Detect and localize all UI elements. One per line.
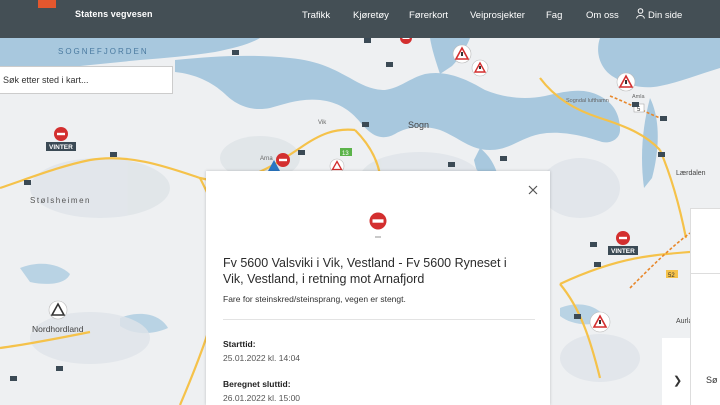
roadwork-warning-marker[interactable] — [471, 59, 489, 77]
side-panel-collapsed: ❯ Sø — [662, 338, 720, 405]
roadwork-warning-marker[interactable] — [452, 44, 472, 64]
road-shield-13: 13 — [340, 148, 352, 157]
nav-trafikk[interactable]: Trafikk — [302, 10, 330, 21]
nav-fag[interactable]: Fag — [546, 10, 562, 21]
svg-text:52: 52 — [668, 273, 675, 279]
rockfall-warning-marker[interactable] — [48, 300, 68, 320]
close-icon[interactable] — [526, 183, 540, 197]
nav-veiprosjekter[interactable]: Veiprosjekter — [470, 10, 525, 21]
vinter-badge[interactable]: VINTER — [46, 142, 76, 151]
svg-text:VINTER: VINTER — [611, 248, 635, 255]
closed-road-icon — [369, 212, 387, 238]
closed-road-marker[interactable] — [276, 153, 290, 167]
label-stolsheimen: Stølsheimen — [30, 196, 91, 205]
divider — [690, 338, 691, 405]
map-search-box[interactable] — [0, 66, 173, 94]
label-sogndal-lufthamn: Sogndal lufthamn — [566, 98, 609, 104]
roadwork-warning-marker[interactable] — [616, 72, 636, 92]
closed-road-marker[interactable] — [616, 231, 630, 245]
site-header: Statens vegvesen Trafikk Kjøretøy Førerk… — [0, 0, 720, 38]
nav-din-side[interactable]: Din side — [648, 10, 682, 21]
incident-description: Fare for steinskred/steinsprang, vegen e… — [223, 294, 406, 304]
svg-text:VINTER: VINTER — [49, 144, 73, 151]
divider — [223, 319, 535, 320]
end-time-label: Beregnet sluttid: — [223, 379, 291, 389]
map-search-input[interactable] — [1, 74, 165, 86]
closed-road-marker[interactable] — [54, 127, 68, 141]
end-time-value: 26.01.2022 kl. 15:00 — [223, 393, 301, 403]
roadwork-warning-marker[interactable] — [589, 311, 611, 333]
label-sogn: Sogn — [408, 120, 429, 130]
label-amla: Amla — [632, 94, 645, 100]
nav-forerkort[interactable]: Førerkort — [409, 10, 448, 21]
nav-om-oss[interactable]: Om oss — [586, 10, 619, 21]
label-laerdalen: Lærdalen — [676, 170, 706, 177]
vinter-badge[interactable]: VINTER — [608, 246, 638, 255]
start-time-label: Starttid: — [223, 339, 256, 349]
label-arna: Arna — [260, 156, 273, 162]
side-panel-edge — [690, 208, 720, 339]
logo-icon — [38, 0, 56, 8]
start-time-value: 25.01.2022 kl. 14:04 — [223, 353, 301, 363]
side-panel-search-text[interactable]: Sø — [706, 375, 718, 385]
svg-text:13: 13 — [342, 151, 349, 157]
chevron-right-icon[interactable]: ❯ — [673, 374, 682, 387]
incident-details-panel: Fv 5600 Valsviki i Vik, Vestland - Fv 56… — [206, 171, 550, 405]
label-sognefjorden: SOGNEFJORDEN — [58, 47, 149, 56]
label-vik: Vik — [318, 120, 327, 126]
incident-title: Fv 5600 Valsviki i Vik, Vestland - Fv 56… — [223, 256, 507, 286]
brand-name: Statens vegvesen — [75, 9, 153, 19]
nav-kjoretoy[interactable]: Kjøretøy — [353, 10, 389, 21]
label-nordhordland: Nordhordland — [32, 324, 84, 334]
user-icon[interactable] — [636, 8, 645, 19]
road-shield-52: 52 — [666, 270, 678, 279]
